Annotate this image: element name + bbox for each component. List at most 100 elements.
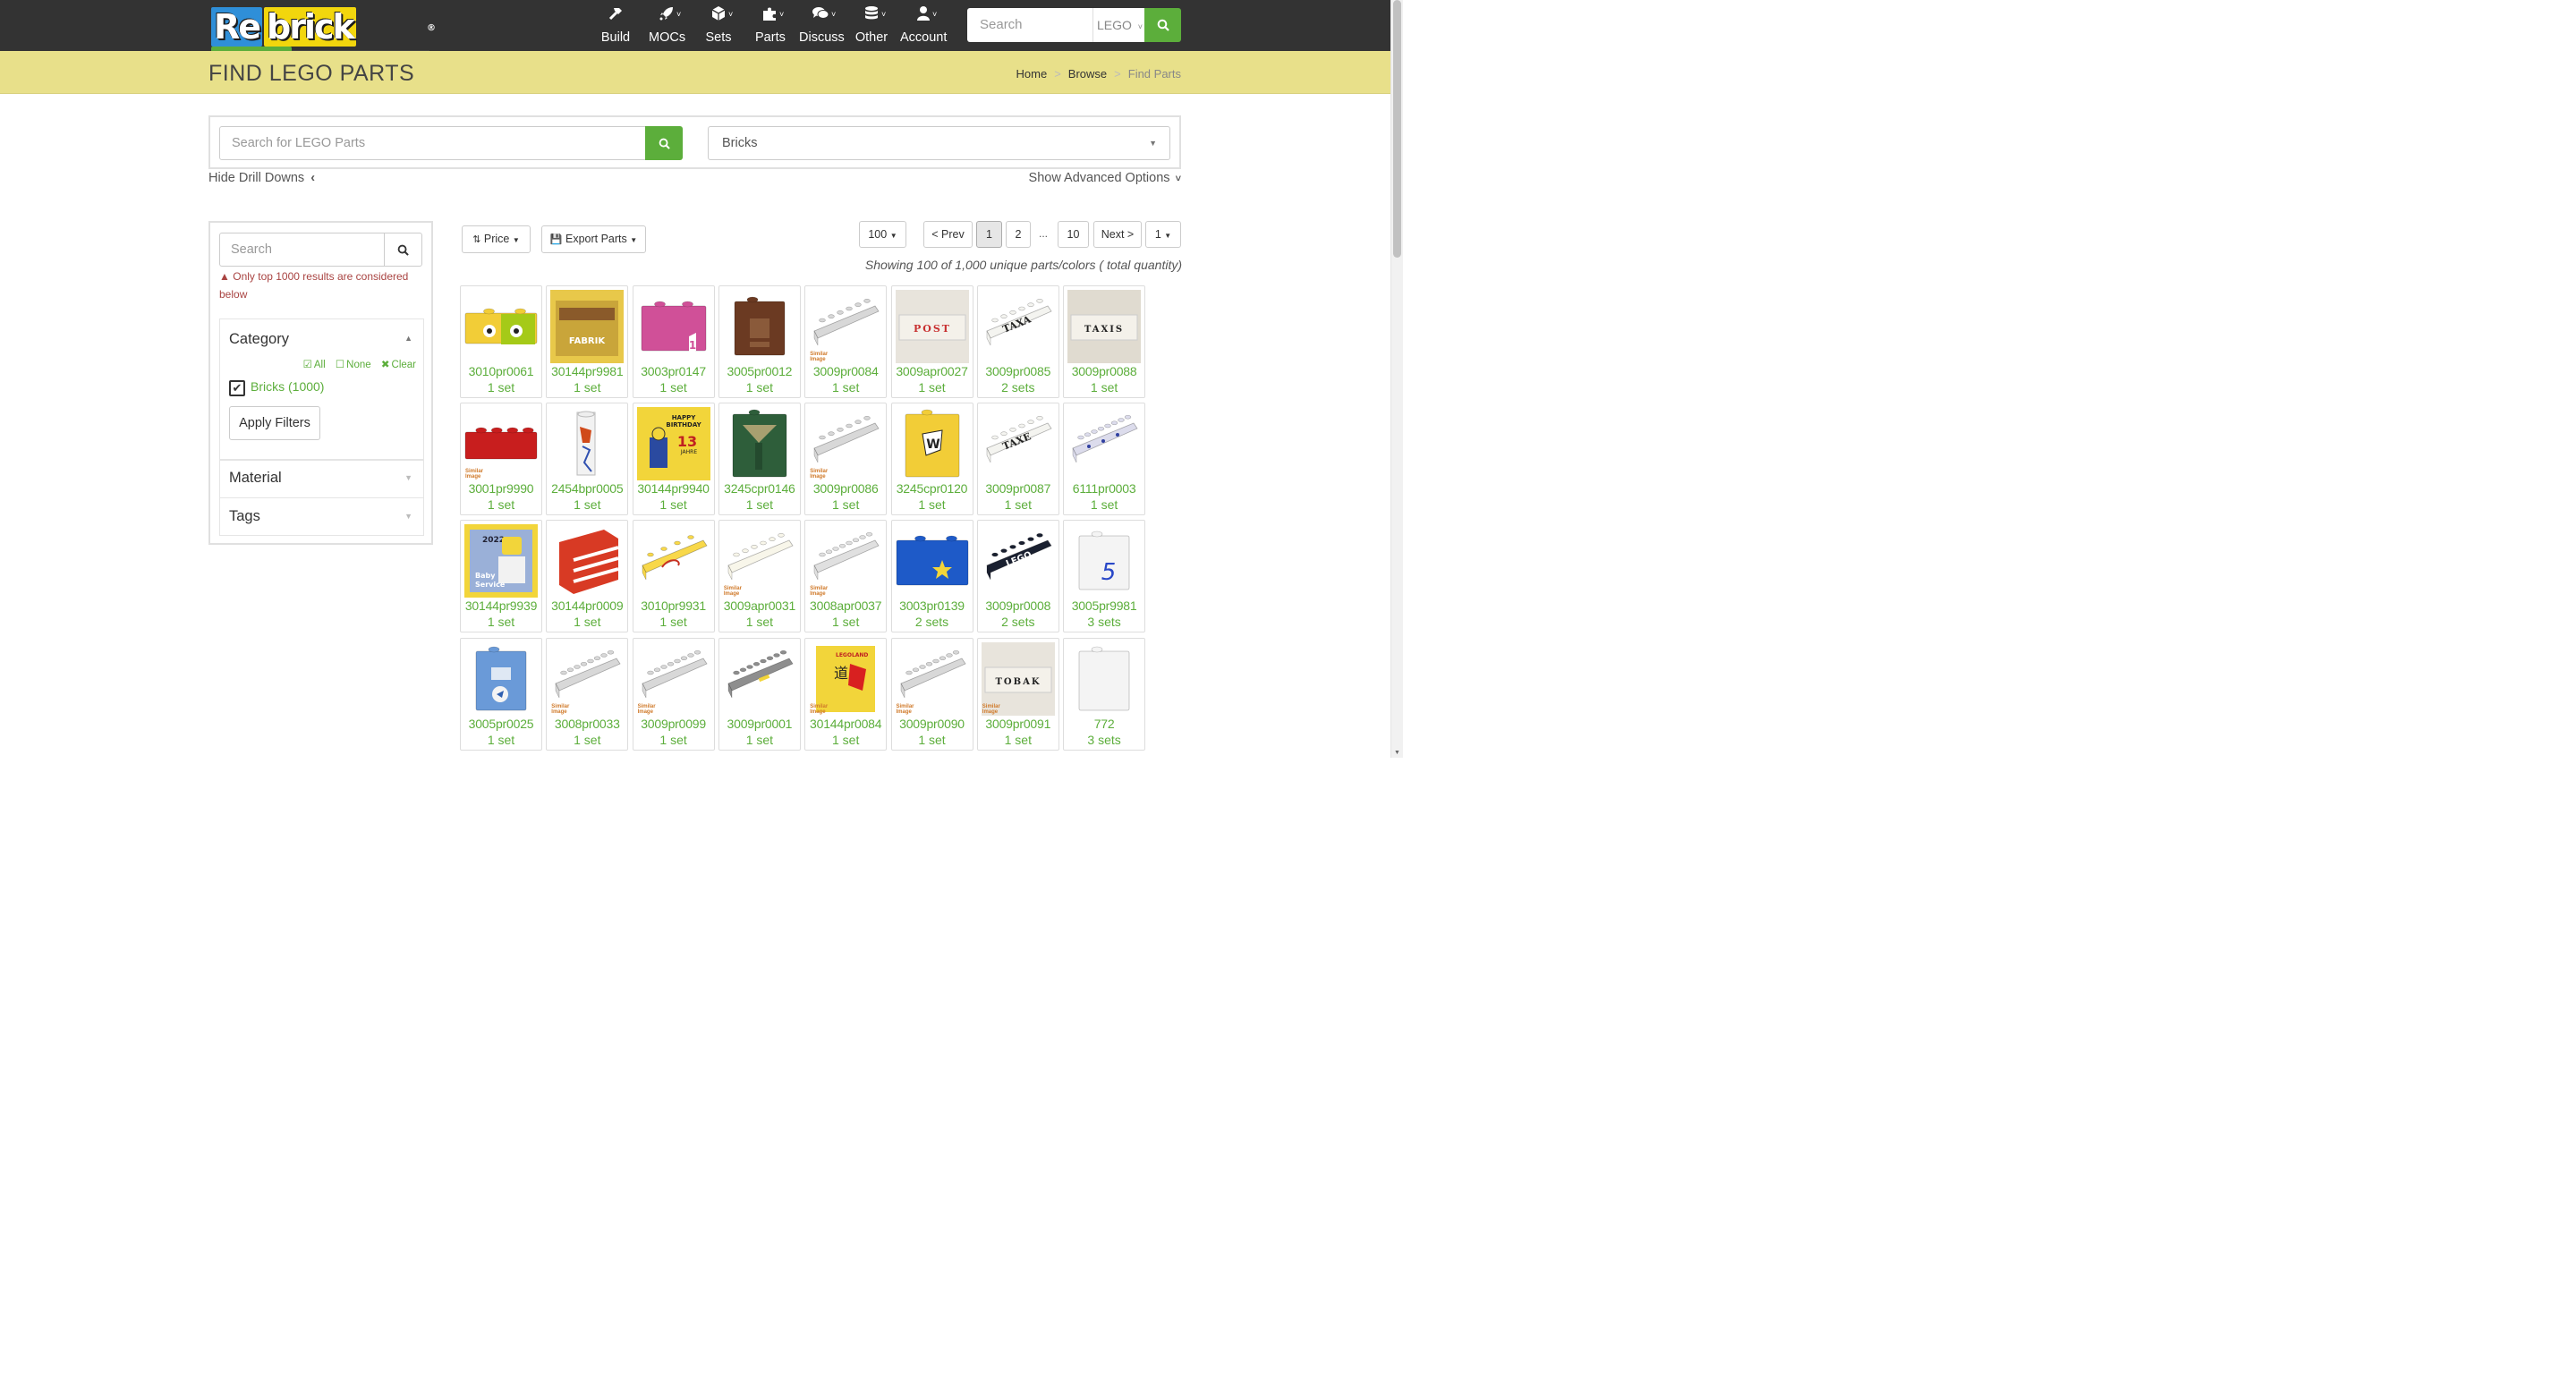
prev-page-button[interactable]: < Prev <box>923 221 973 248</box>
nav-parts[interactable]: ˅ Parts <box>755 5 786 47</box>
category-panel-title[interactable]: Category <box>229 331 289 348</box>
part-image[interactable]: LEGOLAND 道 Similar Image <box>809 642 882 716</box>
search-scope-select[interactable]: LEGO ˅ <box>1092 8 1144 42</box>
part-card[interactable]: TAXIS 3009pr0088 1 set <box>1063 285 1146 398</box>
part-number-link[interactable]: 3008apr0037 <box>805 598 886 613</box>
sort-price-button[interactable]: ⇅ Price ▼ <box>462 225 531 253</box>
part-number-link[interactable]: 3009pr0008 <box>978 598 1058 613</box>
part-image[interactable] <box>637 524 710 598</box>
part-number-link[interactable]: 3008pr0033 <box>547 717 627 731</box>
part-card[interactable]: W 3245cpr0120 1 set <box>890 403 973 516</box>
part-image[interactable]: 1 <box>637 290 710 363</box>
part-set-count-link[interactable]: 2 sets <box>978 615 1058 629</box>
part-card[interactable]: Similar Image 3009pr0084 1 set <box>804 285 888 398</box>
export-parts-button[interactable]: 💾 Export Parts ▼ <box>541 225 646 253</box>
part-image[interactable] <box>464 290 538 363</box>
show-advanced-options-link[interactable]: Show Advanced Options ˅ <box>1029 171 1181 185</box>
breadcrumb-home[interactable]: Home <box>1016 67 1048 81</box>
next-page-button[interactable]: Next > <box>1093 221 1142 248</box>
part-set-count-link[interactable]: 2 sets <box>892 615 973 629</box>
breadcrumb-browse[interactable]: Browse <box>1068 67 1107 81</box>
bricks-checkbox-label[interactable]: Bricks (1000) <box>251 379 324 394</box>
part-set-count-link[interactable]: 1 set <box>633 615 714 629</box>
part-image[interactable]: 2022 Baby Service <box>464 524 538 598</box>
part-number-link[interactable]: 3245cpr0146 <box>719 481 800 496</box>
part-number-link[interactable]: 3003pr0147 <box>633 364 714 378</box>
nav-build[interactable]: Build <box>599 5 632 47</box>
part-card[interactable]: 3010pr9931 1 set <box>632 520 715 633</box>
part-set-count-link[interactable]: 1 set <box>719 615 800 629</box>
part-card[interactable]: Similar Image 3008pr0033 1 set <box>546 637 629 751</box>
part-number-link[interactable]: 3005pr0025 <box>461 717 541 731</box>
part-set-count-link[interactable]: 1 set <box>892 380 973 395</box>
part-number-link[interactable]: 30144pr0009 <box>547 598 627 613</box>
part-card[interactable]: TAXA 3009pr0085 2 sets <box>976 285 1059 398</box>
part-set-count-link[interactable]: 3 sets <box>1064 615 1144 629</box>
filter-search-input[interactable]: Search <box>219 233 386 267</box>
part-image[interactable] <box>464 642 538 716</box>
part-number-link[interactable]: 3009pr0087 <box>978 481 1058 496</box>
page-2-button[interactable]: 2 <box>1006 221 1031 248</box>
part-image[interactable]: Similar Image <box>896 642 969 716</box>
bricks-checkbox[interactable]: ✔ <box>229 380 245 396</box>
part-card[interactable]: 5 3005pr9981 3 sets <box>1063 520 1146 633</box>
page-10-button[interactable]: 10 <box>1058 221 1089 248</box>
part-image[interactable]: W <box>896 407 969 480</box>
part-number-link[interactable]: 30144pr9981 <box>547 364 627 378</box>
part-image[interactable] <box>1067 407 1141 480</box>
part-image[interactable]: TAXA <box>982 290 1055 363</box>
part-set-count-link[interactable]: 1 set <box>719 733 800 747</box>
part-set-count-link[interactable]: 1 set <box>1064 497 1144 512</box>
part-card[interactable]: 3005pr0025 1 set <box>460 637 542 751</box>
part-card[interactable]: 3005pr0012 1 set <box>718 285 801 398</box>
part-image[interactable]: Similar Image <box>550 642 624 716</box>
nav-other[interactable]: ˅ Other <box>854 5 888 47</box>
parts-search-button[interactable] <box>645 126 683 160</box>
part-card[interactable]: 3010pr0061 1 set <box>460 285 542 398</box>
part-image[interactable]: Similar Image <box>464 407 538 480</box>
part-set-count-link[interactable]: 1 set <box>805 733 886 747</box>
part-card[interactable]: 3009pr0001 1 set <box>718 637 801 751</box>
part-number-link[interactable]: 3001pr9990 <box>461 481 541 496</box>
part-number-link[interactable]: 3245cpr0120 <box>892 481 973 496</box>
per-page-select[interactable]: 100 ▼ <box>859 221 906 248</box>
part-set-count-link[interactable]: 1 set <box>805 380 886 395</box>
part-set-count-link[interactable]: 1 set <box>892 497 973 512</box>
select-none-link[interactable]: ☐ None <box>336 360 371 370</box>
part-image[interactable]: TAXE <box>982 407 1055 480</box>
part-number-link[interactable]: 30144pr9939 <box>461 598 541 613</box>
part-image[interactable]: POST <box>895 290 969 363</box>
part-set-count-link[interactable]: 1 set <box>1064 380 1144 395</box>
part-number-link[interactable]: 3009pr0088 <box>1064 364 1144 378</box>
part-set-count-link[interactable]: 1 set <box>633 497 714 512</box>
part-image[interactable]: TOBAK Similar Image <box>981 641 1055 716</box>
part-set-count-link[interactable]: 1 set <box>978 733 1058 747</box>
part-number-link[interactable]: 3005pr9981 <box>1064 598 1144 613</box>
part-card[interactable]: LEGOLAND 道 Similar Image 30144pr0084 1 set <box>804 637 888 751</box>
page-1-button[interactable]: 1 <box>976 221 1002 248</box>
page-scrollbar[interactable]: ▼ <box>1390 0 1403 758</box>
part-card[interactable]: 1 3003pr0147 1 set <box>632 285 715 398</box>
part-card[interactable]: Similar Image 3009pr0086 1 set <box>804 403 888 516</box>
part-card[interactable]: 3003pr0139 2 sets <box>890 520 973 633</box>
nav-mocs[interactable]: ˅ MOCs <box>649 5 685 47</box>
part-image[interactable]: LEGO <box>982 524 1055 598</box>
part-set-count-link[interactable]: 1 set <box>547 733 627 747</box>
part-image[interactable]: Similar Image <box>809 407 882 480</box>
site-logo[interactable]: Rebrickable® <box>211 7 436 86</box>
part-set-count-link[interactable]: 1 set <box>805 497 886 512</box>
part-number-link[interactable]: 3009pr0086 <box>805 481 886 496</box>
part-image[interactable]: Similar Image <box>809 524 882 598</box>
part-image[interactable]: TAXIS <box>1067 290 1142 363</box>
part-number-link[interactable]: 3010pr0061 <box>461 364 541 378</box>
part-set-count-link[interactable]: 1 set <box>978 497 1058 512</box>
part-image[interactable]: FABRIK <box>550 290 625 363</box>
part-number-link[interactable]: 3009apr0031 <box>719 598 800 613</box>
part-image[interactable] <box>723 290 796 363</box>
part-card[interactable]: 6111pr0003 1 set <box>1063 403 1146 516</box>
part-set-count-link[interactable]: 1 set <box>633 380 714 395</box>
part-image[interactable]: HAPPY BIRTHDAY 13 JAHRE <box>636 407 710 481</box>
part-card[interactable]: 2022 Baby Service 30144pr9939 1 set <box>460 520 542 633</box>
page-jump-select[interactable]: 1 ▼ <box>1145 221 1181 248</box>
nav-sets[interactable]: ˅ Sets <box>705 5 733 47</box>
